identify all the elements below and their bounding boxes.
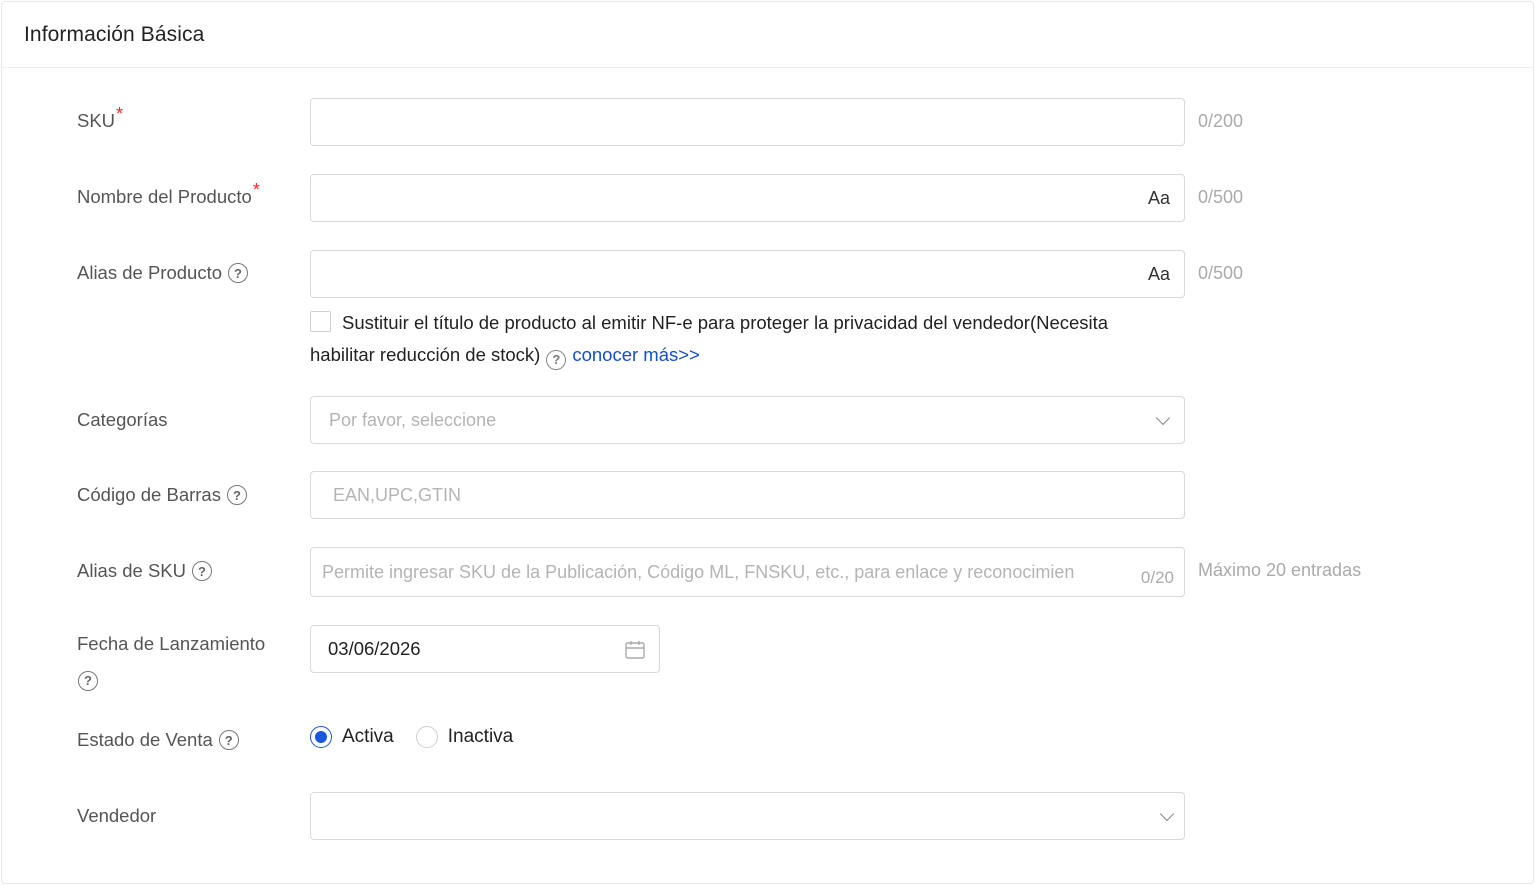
- product-alias-counter: 0/500: [1198, 263, 1244, 283]
- question-circle-icon[interactable]: ?: [192, 561, 212, 581]
- product-alias-input[interactable]: Aa: [310, 250, 1185, 298]
- learn-more-link[interactable]: conocer más>>: [572, 344, 700, 365]
- sku-alias-note: Máximo 20 entradas: [1198, 560, 1362, 580]
- calendar-icon: [625, 641, 645, 659]
- categories-select[interactable]: Por favor, seleccione: [310, 396, 1185, 444]
- sale-status-radio-group: Activa Inactiva: [310, 726, 535, 748]
- case-toggle-button[interactable]: Aa: [1148, 188, 1170, 209]
- product-name-label: Nombre del Producto *: [77, 179, 260, 208]
- required-mark: *: [116, 103, 124, 124]
- replace-title-checkbox[interactable]: [310, 311, 331, 332]
- sku-alias-placeholder: Permite ingresar SKU de la Publicación, …: [322, 561, 1075, 582]
- launch-date-label: Fecha de Lanzamiento ?: [77, 628, 287, 692]
- required-mark: *: [252, 179, 260, 200]
- replace-title-text: Sustituir el título de producto al emiti…: [310, 312, 1109, 365]
- section-title: Información Básica: [24, 22, 205, 46]
- sku-input[interactable]: [310, 98, 1185, 146]
- question-circle-icon[interactable]: ?: [226, 485, 247, 505]
- launch-date-picker[interactable]: 03/06/2026: [310, 625, 660, 673]
- sale-status-label: Estado de Venta?: [77, 729, 239, 751]
- question-circle-icon[interactable]: ?: [218, 730, 239, 750]
- replace-title-option: Sustituir el título de producto al emiti…: [310, 307, 1170, 371]
- seller-label: Vendedor: [77, 805, 157, 826]
- radio-inactive[interactable]: [415, 726, 438, 748]
- question-circle-icon[interactable]: ?: [546, 350, 567, 370]
- chevron-down-icon: [1159, 806, 1175, 822]
- chevron-down-icon: [1155, 410, 1171, 426]
- sale-status-option-active[interactable]: Activa: [310, 726, 394, 748]
- sku-alias-label: Alias de SKU?: [77, 560, 212, 582]
- categories-label: Categorías: [77, 409, 168, 430]
- barcode-input[interactable]: EAN,UPC,GTIN: [310, 471, 1185, 519]
- radio-active[interactable]: [310, 726, 332, 748]
- sku-alias-input[interactable]: Permite ingresar SKU de la Publicación, …: [310, 547, 1185, 597]
- sku-label: SKU *: [77, 103, 124, 132]
- question-circle-icon[interactable]: ?: [228, 263, 249, 283]
- sku-alias-counter: 0/20: [1140, 568, 1174, 587]
- card-header: Información Básica: [2, 2, 1533, 68]
- seller-select[interactable]: [310, 792, 1185, 840]
- barcode-placeholder: EAN,UPC,GTIN: [333, 484, 462, 505]
- product-alias-label: Alias de Producto?: [77, 262, 249, 284]
- barcode-label: Código de Barras?: [77, 484, 247, 506]
- launch-date-value: 03/06/2026: [328, 638, 421, 659]
- categories-placeholder: Por favor, seleccione: [329, 409, 497, 430]
- product-name-input[interactable]: Aa: [310, 174, 1185, 222]
- case-toggle-button[interactable]: Aa: [1148, 264, 1170, 285]
- sale-status-option-inactive[interactable]: Inactiva: [415, 726, 513, 748]
- sku-counter: 0/200: [1198, 111, 1244, 131]
- product-name-counter: 0/500: [1198, 187, 1244, 207]
- question-circle-icon[interactable]: ?: [78, 670, 98, 691]
